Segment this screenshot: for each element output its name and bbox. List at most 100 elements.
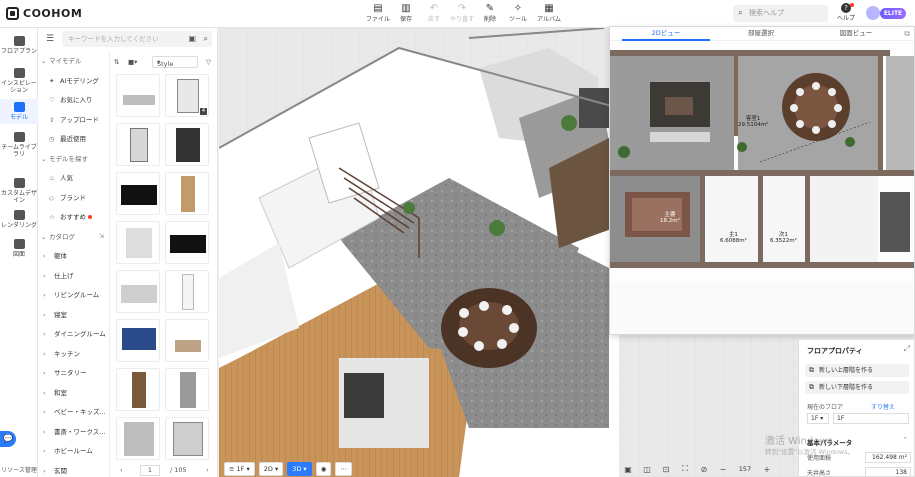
model-thumbnail[interactable] [165, 221, 209, 264]
catalog-item[interactable]: › サニタリー [38, 364, 110, 382]
plan-tab[interactable]: 部屋選択 [717, 27, 805, 41]
next-page-icon[interactable]: › [206, 466, 209, 474]
expand-icon[interactable]: ⤢ [904, 344, 910, 354]
my-models-item[interactable]: ◷ 最近使用 [38, 130, 110, 148]
new-dot [88, 215, 92, 219]
catalog-item[interactable]: › ホビールーム [38, 442, 110, 460]
nav-item-team-library[interactable]: チームライブ ラリ [0, 129, 38, 161]
catalog-item[interactable]: › 仕上げ [38, 267, 110, 285]
model-preview [182, 274, 194, 310]
zoom-window-icon[interactable]: ⊡ [660, 465, 672, 474]
nav-item-inspiration[interactable]: インスピレー ション [0, 65, 38, 97]
avatar[interactable] [866, 6, 880, 20]
catalog-item[interactable]: › リビングルーム [38, 286, 110, 304]
find-models-header[interactable]: ⌄ モデルを探す [38, 150, 110, 168]
resource-manager-link[interactable]: リソース管理 [0, 465, 38, 474]
toolbar-redo-button[interactable]: ↷ やり直す [450, 3, 474, 23]
my-models-item[interactable]: ♡ お気に入り [38, 91, 110, 109]
plan-tab[interactable]: 2Dビュー [622, 27, 710, 41]
panel-filter-icon[interactable]: ☰ [46, 34, 54, 44]
prev-page-icon[interactable]: ‹ [120, 466, 123, 474]
catalog-item[interactable]: › 玄関 [38, 462, 110, 477]
color-filter-icon[interactable]: ■▾ [128, 55, 137, 69]
view-2d-button[interactable]: 2D ▾ [258, 461, 284, 476]
toolbar-tool-button[interactable]: ✧ ツール [506, 3, 530, 23]
toolbar-delete-button[interactable]: ✎ 削除 [478, 3, 502, 23]
model-thumbnail[interactable] [116, 172, 160, 215]
toolbar-save-button[interactable]: ▥ 保存 [394, 3, 418, 23]
model-thumbnail[interactable] [165, 417, 209, 460]
chat-button[interactable]: 💬 [0, 431, 16, 447]
floor-select-a[interactable]: 1F ▾ [807, 413, 829, 424]
view-3d-button[interactable]: 3D ▾ [287, 461, 312, 476]
help-search-input[interactable]: ⌕ 検索ヘルプ [733, 5, 828, 22]
add-upper-floor-button[interactable]: ⧉ 新しい上層階を作る [805, 364, 909, 377]
sort-icon[interactable]: ⇅ [114, 55, 119, 69]
switch-floor-link[interactable]: すり替え [871, 402, 895, 411]
app-logo[interactable]: COOHOM [6, 7, 82, 20]
toolbar-album-button[interactable]: ▦ アルバム [534, 3, 564, 23]
floor-select[interactable]: ≡ 1F ▾ [224, 461, 255, 476]
find-models-item[interactable]: ◇ ブランド [38, 189, 110, 207]
model-thumbnail[interactable] [116, 368, 160, 411]
find-models-item[interactable]: ☆ おすすめ [38, 208, 110, 226]
model-thumbnail[interactable] [165, 270, 209, 313]
chat-icon: 💬 [3, 434, 13, 443]
find-models-item[interactable]: ♨ 人気 [38, 169, 110, 187]
model-thumbnail[interactable] [165, 172, 209, 215]
eye-icon[interactable]: ◉ [315, 461, 332, 476]
help-button[interactable]: ? ヘルプ [836, 3, 856, 22]
catalog-item[interactable]: › 書斎・ワークス... [38, 423, 110, 441]
zoom-area-icon[interactable]: ⊘ [698, 465, 710, 474]
catalog-item[interactable]: › 寝室 [38, 306, 110, 324]
my-models-item[interactable]: ✦ AIモデリング [38, 72, 110, 90]
model-thumbnail[interactable] [165, 123, 209, 166]
model-thumbnail[interactable] [116, 417, 160, 460]
camera-search-icon[interactable]: ▣ [188, 31, 196, 47]
zoom-out-icon[interactable]: − [717, 465, 729, 474]
nav-item-custom-design[interactable]: カスタムデザ イン [0, 175, 38, 207]
model-thumbnail[interactable] [116, 74, 160, 117]
style-select[interactable]: Style ▾ [152, 56, 198, 68]
model-thumbnail[interactable] [116, 123, 160, 166]
camera-view-icon[interactable]: ◫ [641, 465, 653, 474]
catalog-item[interactable]: › ベビー・キッズ... [38, 403, 110, 421]
search-icon[interactable]: ⌕ [204, 31, 208, 47]
plan-tab[interactable]: 図面ビュー [812, 27, 900, 41]
plan-2d-canvas[interactable]: 客室1 29.5104m² 主1 6.6088m² 次1 6.3522m² 主寝… [610, 42, 914, 334]
fit-view-icon[interactable]: ⛶ [679, 464, 691, 474]
catalog-item[interactable]: › ダイニングルーム [38, 325, 110, 343]
chevron-up-icon[interactable]: ⌃ [902, 436, 908, 444]
more-icon[interactable]: ⋯ [335, 461, 352, 476]
elite-badge[interactable]: ELITE [880, 8, 906, 19]
nav-item-model[interactable]: モデル [0, 99, 38, 124]
catalog-item[interactable]: › 和室 [38, 384, 110, 402]
toolbar-file-button[interactable]: ▤ ファイル [366, 3, 390, 23]
toolbar-undo-button[interactable]: ↶ 戻す [422, 3, 446, 23]
floor-name-input[interactable]: 1F [833, 413, 909, 424]
catalog-item[interactable]: › 躯体 [38, 247, 110, 265]
ceiling-height-input[interactable]: 138 [865, 467, 911, 477]
catalog-header[interactable]: ⌄ カタログ ⇲ [38, 228, 110, 246]
my-models-header[interactable]: ⌄ マイモデル [38, 52, 110, 70]
model-thumbnail[interactable] [116, 221, 160, 264]
filter-icon[interactable]: ▽ [206, 55, 211, 69]
model-search-input[interactable]: キーワードを入力してください ▣ ⌕ [62, 31, 212, 47]
model-thumbnail[interactable] [165, 319, 209, 362]
catalog-expand-icon[interactable]: ⇲ [99, 228, 104, 246]
my-models-item[interactable]: ⇪ アップロード [38, 111, 110, 129]
nav-item-floorplan[interactable]: フロアプラン [0, 33, 38, 58]
model-thumbnail[interactable]: 4 [165, 74, 209, 117]
plan-2d-window[interactable]: 2Dビュー 部屋選択 図面ビュー ⧉ 客室1 29.5104m² 主1 6.60… [609, 26, 915, 335]
nav-item-render[interactable]: レンダリング [0, 207, 38, 232]
page-input[interactable]: 1 [140, 465, 160, 476]
model-thumbnail[interactable] [165, 368, 209, 411]
minimize-icon[interactable]: ⧉ [904, 29, 910, 39]
catalog-item[interactable]: › キッチン [38, 345, 110, 363]
add-lower-floor-button[interactable]: ⧉ 新しい下層階を作る [805, 381, 909, 394]
nav-item-drawing[interactable]: 図面 [0, 236, 38, 261]
zoom-in-icon[interactable]: + [761, 465, 773, 474]
model-thumbnail[interactable] [116, 319, 160, 362]
model-thumbnail[interactable] [116, 270, 160, 313]
screenshot-icon[interactable]: ▣ [622, 465, 634, 474]
